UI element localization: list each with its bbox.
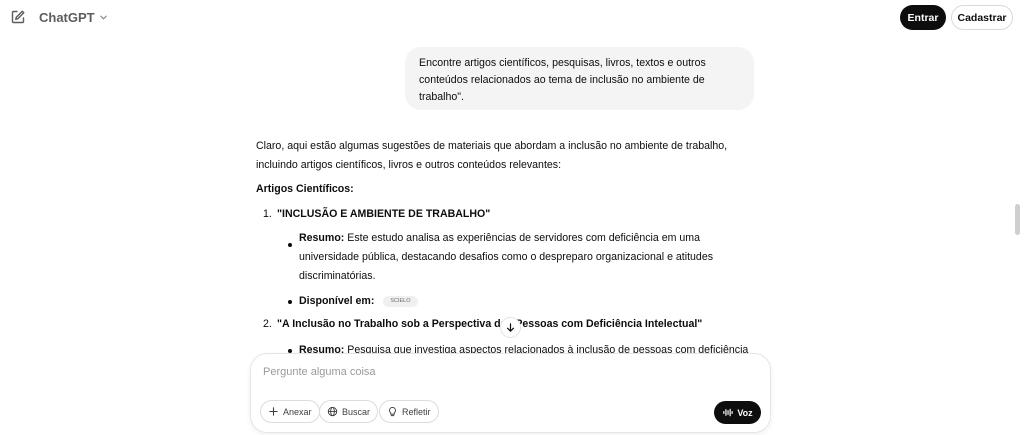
plus-icon <box>269 407 278 416</box>
voice-button[interactable]: Voz <box>714 401 761 424</box>
login-button[interactable]: Entrar <box>900 5 946 30</box>
arrow-down-icon <box>506 323 515 332</box>
message-composer: Pergunte alguma coisa Anexar Buscar Refl… <box>250 353 771 433</box>
search-label: Buscar <box>342 406 371 417</box>
top-bar: ChatGPT Entrar Cadastrar <box>0 0 1024 36</box>
list-item: Disponível em: SCIELO <box>299 292 754 311</box>
available-label: Disponível em: <box>299 295 375 307</box>
intro-paragraph: Claro, aqui estão algumas sugestões de m… <box>256 140 728 171</box>
bullet <box>288 300 292 304</box>
model-selector[interactable]: ChatGPT <box>39 10 108 25</box>
list-number: 2. <box>263 318 272 330</box>
lightbulb-icon <box>389 407 396 417</box>
source-link-chip[interactable]: SCIELO <box>383 295 418 307</box>
reason-button[interactable]: Refletir <box>379 400 439 423</box>
scroll-to-bottom-button[interactable] <box>500 317 521 338</box>
list-item: Resumo: Este estudo analisa as experiênc… <box>299 229 754 286</box>
user-message-bubble: Encontre artigos científicos, pesquisas,… <box>405 47 754 110</box>
new-chat-icon[interactable] <box>10 9 26 25</box>
signup-button[interactable]: Cadastrar <box>951 5 1013 30</box>
chevron-down-icon <box>99 15 107 20</box>
article-title: "A Inclusão no Trabalho sob a Perspectiv… <box>277 318 703 330</box>
list-item: Resumo: Pesquisa que investiga aspectos … <box>299 341 769 353</box>
section-heading: Artigos Científicos: <box>256 183 354 195</box>
summary-label: Resumo: <box>299 344 345 353</box>
summary-label: Resumo: <box>299 232 345 244</box>
voice-label: Voz <box>737 407 753 418</box>
article-title: "INCLUSÃO E AMBIENTE DE TRABALHO" <box>277 208 491 220</box>
bullet <box>288 243 292 247</box>
search-button[interactable]: Buscar <box>319 400 379 423</box>
waveform-icon <box>723 408 734 417</box>
prompt-input[interactable]: Pergunte alguma coisa <box>263 364 753 380</box>
scrollbar-thumb[interactable] <box>1015 204 1020 235</box>
reason-label: Refletir <box>402 406 431 417</box>
attach-button[interactable]: Anexar <box>260 400 320 423</box>
app-title: ChatGPT <box>39 10 95 25</box>
summary-text: Este estudo analisa as experiências de s… <box>299 232 714 282</box>
globe-icon <box>327 406 338 417</box>
summary-text: Pesquisa que investiga aspectos relacion… <box>347 344 749 353</box>
list-number: 1. <box>263 208 272 220</box>
attach-label: Anexar <box>283 406 312 417</box>
